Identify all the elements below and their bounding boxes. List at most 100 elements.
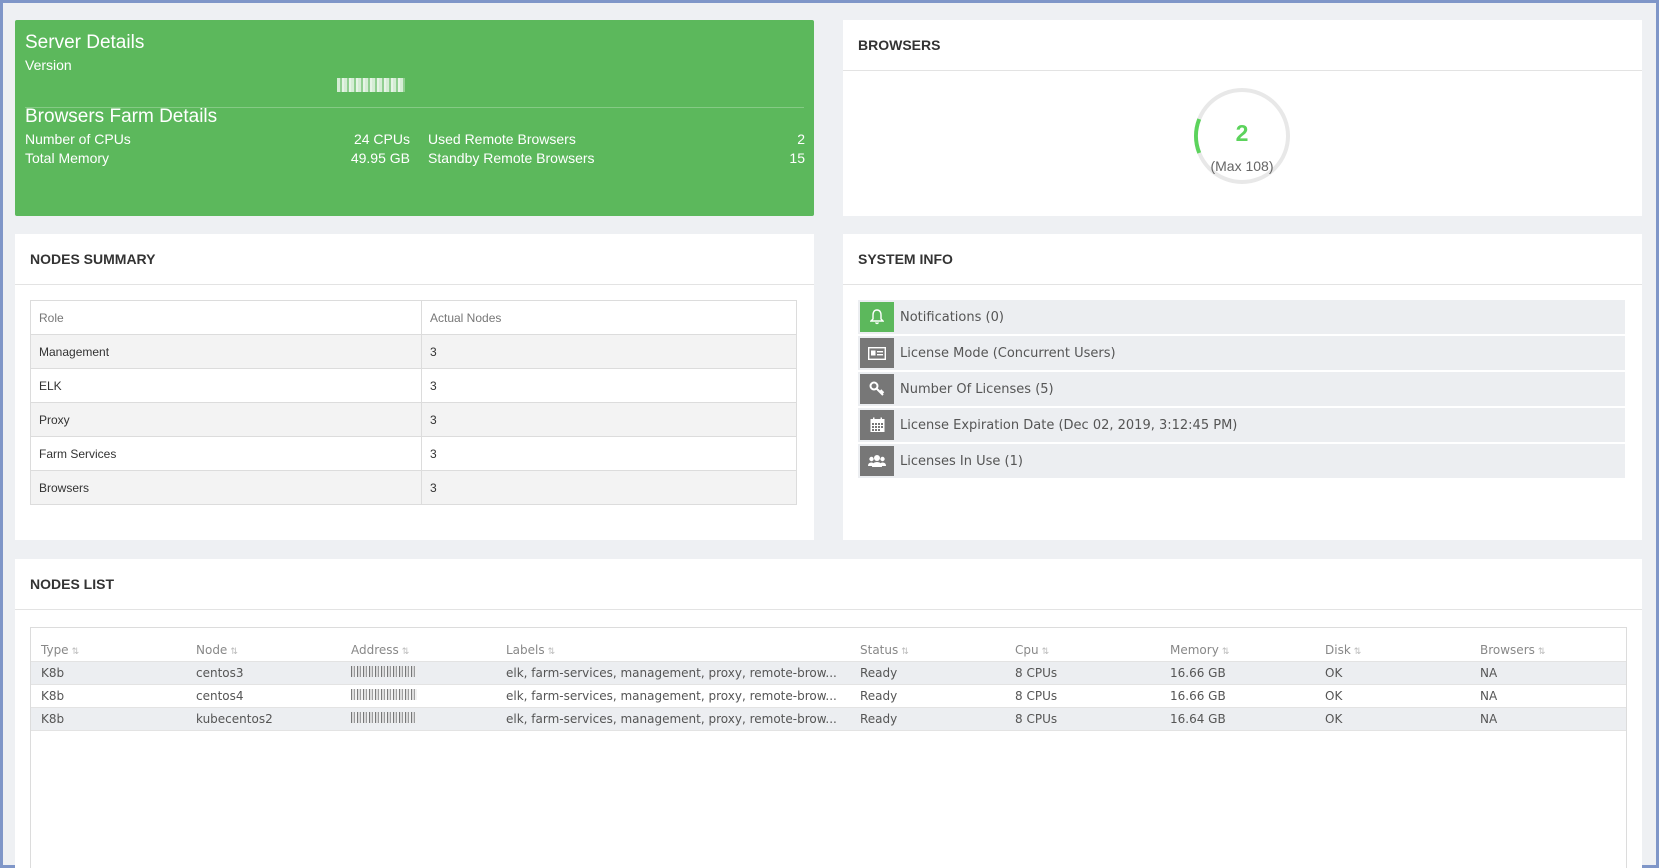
table-row: ELK 3 <box>30 368 797 403</box>
table-row: Browsers 3 <box>30 470 797 505</box>
memory-value: 49.95 GB <box>350 150 410 166</box>
system-info-list: Notifications (0) License Mode (Concurre… <box>858 300 1625 480</box>
browsers-panel: BROWSERS 2 (Max 108) <box>843 20 1642 216</box>
count-cell: 3 <box>421 368 797 403</box>
column-header-node[interactable]: Node ⇅ <box>186 643 341 657</box>
nodes-summary-panel: NODES SUMMARY Role Actual Nodes Manageme… <box>15 234 814 540</box>
nodes-summary-title: NODES SUMMARY <box>15 234 814 285</box>
table-header-row: Role Actual Nodes <box>30 300 797 335</box>
memory-cell: 16.64 GB <box>1170 712 1226 726</box>
role-cell: Management <box>30 334 422 369</box>
nodes-list-table: Type ⇅ Node ⇅ Address ⇅ Labels ⇅ Status ⇅ Cpu… <box>30 627 1627 868</box>
browsers-cell: NA <box>1480 712 1498 726</box>
browsers-gauge: 2 (Max 108) <box>1192 86 1292 190</box>
column-header-cpu[interactable]: Cpu ⇅ <box>1005 643 1160 657</box>
role-cell: Farm Services <box>30 436 422 471</box>
status-cell: Ready <box>860 666 898 680</box>
disk-cell: OK <box>1325 712 1343 726</box>
nodes-list-panel: NODES LIST Type ⇅ Node ⇅ Address ⇅ Labels ⇅ … <box>15 559 1642 868</box>
address-cell-redacted <box>341 689 496 703</box>
license-expiration-label: License Expiration Date (Dec 02, 2019, 3… <box>900 417 1238 433</box>
column-header-type[interactable]: Type ⇅ <box>31 643 186 657</box>
column-header-memory[interactable]: Memory ⇅ <box>1160 643 1315 657</box>
table-row: Proxy 3 <box>30 402 797 437</box>
bell-icon <box>860 302 894 332</box>
column-header-address[interactable]: Address ⇅ <box>341 643 496 657</box>
table-row[interactable]: K8b centos4 elk, farm-services, manageme… <box>31 685 1626 708</box>
node-cell: kubecentos2 <box>196 712 273 726</box>
memory-label: Total Memory <box>25 150 110 166</box>
notifications-label: Notifications (0) <box>900 309 1004 325</box>
address-cell-redacted <box>341 712 496 726</box>
nodes-list-title: NODES LIST <box>15 559 1642 610</box>
system-info-title: SYSTEM INFO <box>843 234 1642 285</box>
column-header-role: Role <box>30 300 422 335</box>
sort-icon: ⇅ <box>230 647 238 657</box>
table-row[interactable]: K8b kubecentos2 elk, farm-services, mana… <box>31 708 1626 731</box>
sort-icon: ⇅ <box>401 647 410 657</box>
number-of-licenses-label: Number Of Licenses (5) <box>900 381 1054 397</box>
cpus-value: 24 CPUs <box>353 131 410 147</box>
cpu-cell: 8 CPUs <box>1015 666 1058 680</box>
labels-cell: elk, farm-services, management, proxy, r… <box>506 689 837 703</box>
sort-icon: ⇅ <box>71 647 80 657</box>
license-expiration-item[interactable]: License Expiration Date (Dec 02, 2019, 3… <box>858 408 1625 442</box>
cpu-cell: 8 CPUs <box>1015 689 1058 703</box>
number-of-licenses-item[interactable]: Number Of Licenses (5) <box>858 372 1625 406</box>
browsers-count: 2 <box>1235 120 1249 146</box>
sort-icon: ⇅ <box>547 647 556 657</box>
key-icon <box>860 374 894 404</box>
table-row[interactable]: K8b centos3 elk, farm-services, manageme… <box>31 662 1626 685</box>
labels-cell: elk, farm-services, management, proxy, r… <box>506 712 837 726</box>
count-cell: 3 <box>421 436 797 471</box>
column-header-labels[interactable]: Labels ⇅ <box>496 643 850 657</box>
server-details-card: Server Details Version Browsers Farm Det… <box>15 20 814 216</box>
role-cell: Browsers <box>30 470 422 505</box>
column-header-browsers[interactable]: Browsers ⇅ <box>1470 643 1625 657</box>
type-cell: K8b <box>41 712 65 726</box>
type-cell: K8b <box>41 666 65 680</box>
status-cell: Ready <box>860 689 898 703</box>
type-cell: K8b <box>41 689 65 703</box>
id-card-icon <box>860 338 894 368</box>
browsers-title: BROWSERS <box>843 20 1642 71</box>
farm-details-title: Browsers Farm Details <box>25 106 218 127</box>
used-browsers-value: 2 <box>797 131 805 147</box>
server-details-title: Server Details <box>25 32 145 53</box>
status-cell: Ready <box>860 712 898 726</box>
dashboard-frame: Server Details Version Browsers Farm Det… <box>0 0 1659 868</box>
system-info-panel: SYSTEM INFO Notifications (0) License Mo… <box>843 234 1642 540</box>
nodes-summary-table: Role Actual Nodes Management 3 ELK 3 Proxy… <box>30 300 797 505</box>
column-header-disk[interactable]: Disk ⇅ <box>1315 643 1470 657</box>
sort-icon: ⇅ <box>901 647 909 657</box>
table-row: Farm Services 3 <box>30 436 797 471</box>
standby-browsers-value: 15 <box>789 150 805 166</box>
cpu-cell: 8 CPUs <box>1015 712 1058 726</box>
browsers-cell: NA <box>1480 689 1498 703</box>
disk-cell: OK <box>1325 666 1343 680</box>
licenses-in-use-item[interactable]: Licenses In Use (1) <box>858 444 1625 478</box>
license-mode-item[interactable]: License Mode (Concurrent Users) <box>858 336 1625 370</box>
cpus-label: Number of CPUs <box>25 131 131 147</box>
count-cell: 3 <box>421 334 797 369</box>
sort-icon: ⇅ <box>1537 647 1546 657</box>
column-header-status[interactable]: Status ⇅ <box>850 643 1005 657</box>
node-cell: centos4 <box>196 689 244 703</box>
browsers-cell: NA <box>1480 666 1498 680</box>
count-cell: 3 <box>421 470 797 505</box>
role-cell: Proxy <box>30 402 422 437</box>
licenses-in-use-label: Licenses In Use (1) <box>900 453 1023 469</box>
memory-cell: 16.66 GB <box>1170 689 1226 703</box>
notifications-item[interactable]: Notifications (0) <box>858 300 1625 334</box>
browsers-max: (Max 108) <box>1210 158 1274 174</box>
calendar-icon <box>860 410 894 440</box>
users-icon <box>860 446 894 476</box>
labels-cell: elk, farm-services, management, proxy, r… <box>506 666 837 680</box>
version-value-redacted <box>337 78 405 92</box>
standby-browsers-label: Standby Remote Browsers <box>428 150 595 166</box>
license-mode-label: License Mode (Concurrent Users) <box>900 345 1116 361</box>
address-cell-redacted <box>341 666 496 680</box>
table-header-row: Type ⇅ Node ⇅ Address ⇅ Labels ⇅ Status ⇅ Cpu… <box>31 628 1626 662</box>
used-browsers-label: Used Remote Browsers <box>428 131 576 147</box>
column-header-actual-nodes: Actual Nodes <box>421 300 797 335</box>
